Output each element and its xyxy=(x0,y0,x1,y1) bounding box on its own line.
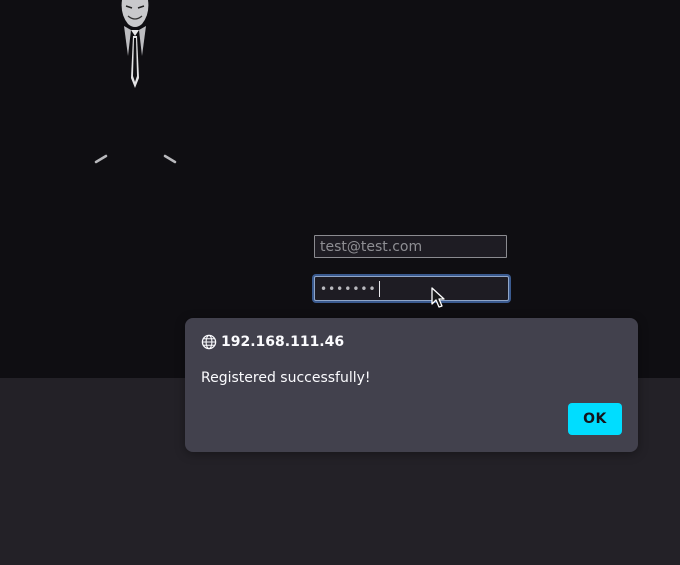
alert-dialog: 192.168.111.46 Registered successfully! … xyxy=(185,318,638,452)
password-field[interactable]: ••••••• xyxy=(314,276,509,301)
dialog-header: 192.168.111.46 xyxy=(201,334,344,350)
mouse-pointer-icon xyxy=(431,287,445,308)
decorative-mark-right xyxy=(163,154,177,164)
dialog-origin-title: 192.168.111.46 xyxy=(221,334,345,350)
text-caret xyxy=(378,280,380,297)
password-mask: ••••••• xyxy=(320,281,377,296)
email-field[interactable] xyxy=(314,235,507,258)
masked-figure-logo xyxy=(121,0,149,88)
ok-button[interactable]: OK xyxy=(568,403,622,435)
decorative-mark-left xyxy=(94,154,108,164)
dialog-message: Registered successfully! xyxy=(201,370,371,386)
globe-icon xyxy=(201,334,217,350)
